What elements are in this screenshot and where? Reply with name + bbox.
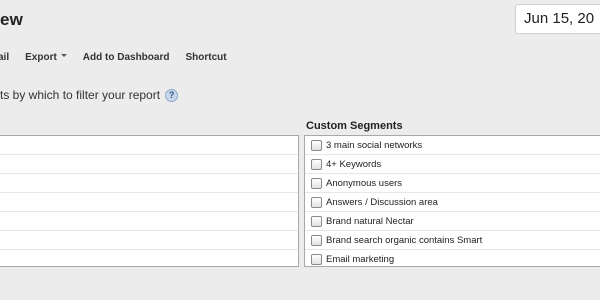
segment-label: Answers / Discussion area: [326, 196, 438, 208]
help-icon[interactable]: ?: [165, 88, 179, 102]
segment-label: 3 main social networks: [326, 139, 423, 151]
segment-label: 4+ Keywords: [326, 158, 382, 170]
segment-label: Email marketing: [326, 254, 395, 265]
segment-row[interactable]: Anonymous users: [305, 174, 600, 193]
export-button[interactable]: Export: [25, 52, 67, 63]
segment-checkbox[interactable]: [311, 215, 322, 227]
date-range-picker[interactable]: Jun 15, 20: [515, 4, 600, 34]
add-to-dashboard-button[interactable]: Add to Dashboard: [83, 52, 170, 63]
segment-checkbox[interactable]: [311, 196, 322, 208]
list-item: [0, 250, 298, 266]
segment-row[interactable]: 4+ Keywords: [305, 155, 600, 174]
segment-label: Brand search organic contains Smart: [326, 234, 483, 246]
page-title: ew: [0, 10, 24, 29]
segment-row[interactable]: Brand search organic contains Smart: [305, 231, 600, 250]
filter-instructions: ts by which to filter your report ?: [0, 88, 179, 102]
list-item: [0, 193, 298, 212]
shortcut-button[interactable]: Shortcut: [185, 52, 226, 63]
list-item: [0, 174, 298, 193]
list-item: [0, 155, 298, 174]
segment-row[interactable]: Brand natural Nectar: [305, 212, 600, 231]
export-label: Export: [25, 51, 57, 63]
custom-segments-list: 3 main social networks 4+ Keywords Anony…: [304, 135, 600, 267]
chevron-down-icon: [60, 54, 67, 58]
segment-label: Brand natural Nectar: [326, 215, 414, 227]
custom-segments-heading: Custom Segments: [306, 120, 403, 132]
filter-instructions-text: ts by which to filter your report: [0, 88, 161, 102]
segment-checkbox[interactable]: [311, 139, 322, 151]
list-item: [0, 212, 298, 231]
segment-row[interactable]: 3 main social networks: [305, 136, 600, 155]
email-button[interactable]: ail: [0, 52, 9, 63]
list-item: [0, 136, 298, 155]
segment-checkbox[interactable]: [311, 254, 322, 265]
default-segments-list[interactable]: [0, 135, 299, 267]
segment-row[interactable]: Email marketing: [305, 250, 600, 266]
list-item: [0, 231, 298, 250]
report-toolbar: ail Export Add to Dashboard Shortcut: [0, 49, 243, 65]
segment-checkbox[interactable]: [311, 177, 322, 189]
segment-row[interactable]: Answers / Discussion area: [305, 193, 600, 212]
segment-checkbox[interactable]: [311, 158, 322, 170]
segment-label: Anonymous users: [326, 177, 403, 189]
segment-checkbox[interactable]: [311, 234, 322, 246]
